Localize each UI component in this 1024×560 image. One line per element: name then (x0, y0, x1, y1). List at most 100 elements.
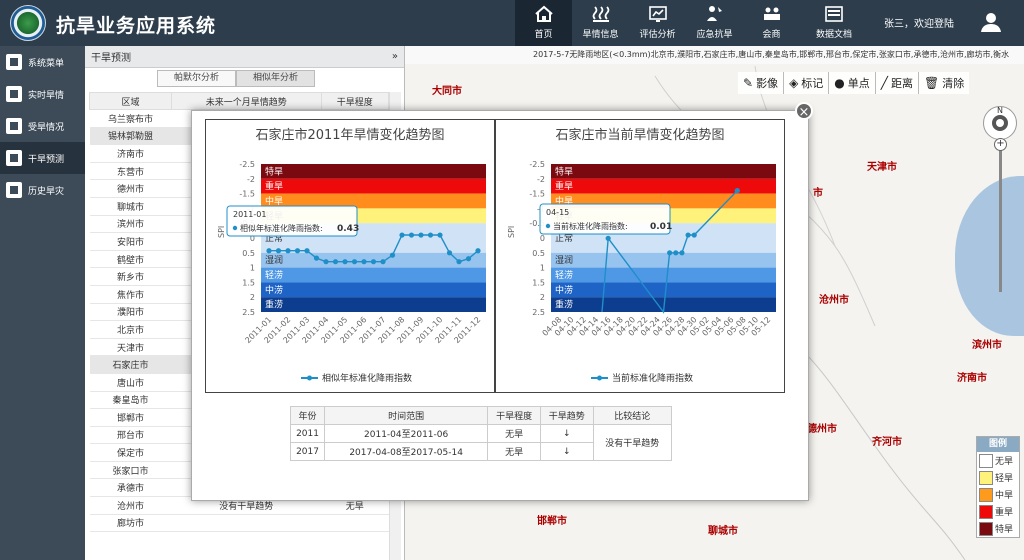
data-point[interactable] (342, 259, 348, 265)
city-label[interactable]: 德州市 (807, 420, 837, 435)
nav-item-0[interactable]: 首页 (515, 0, 572, 46)
tool-label: 标记 (801, 77, 824, 90)
data-point[interactable] (266, 248, 272, 254)
sidebar-item-1[interactable]: 实时旱情 (0, 78, 85, 110)
compass-icon[interactable]: N (983, 106, 1017, 140)
data-point[interactable] (691, 232, 697, 238)
sidebar-label: 历史旱灾 (28, 186, 65, 197)
nav-label: 旱情信息 (582, 30, 619, 40)
data-point[interactable] (605, 235, 611, 241)
data-point[interactable] (437, 232, 443, 238)
sidebar-item-4[interactable]: 历史旱灾 (0, 174, 85, 206)
city-label[interactable]: 济南市 (957, 369, 987, 384)
data-point[interactable] (370, 259, 377, 265)
data-point[interactable] (446, 250, 453, 256)
y-tick: -2 (247, 175, 255, 184)
data-point[interactable] (465, 256, 472, 262)
data-point[interactable] (275, 248, 282, 254)
cell-region: 焦作市 (89, 285, 172, 304)
band-label: 重涝 (265, 299, 283, 311)
nav-item-4[interactable]: 会商 (743, 0, 800, 46)
tool-label: 影像 (756, 77, 779, 90)
tab-0[interactable]: 帕默尔分析 (157, 70, 237, 87)
tool-2[interactable]: ● 单点 (828, 72, 874, 94)
data-point[interactable] (679, 250, 685, 256)
cell-region: 天津市 (89, 338, 172, 357)
documents-icon (825, 6, 843, 22)
band-label: 湿润 (555, 254, 573, 266)
y-tick: 1 (540, 264, 545, 273)
y-tick: 1.5 (532, 278, 545, 287)
tool-0[interactable]: ✎ 影像 (738, 72, 783, 94)
map-legend: 图例 无旱 轻旱 中旱 重旱 特旱 (976, 436, 1020, 538)
y-tick: 1.5 (242, 278, 255, 287)
nav-item-5[interactable]: 数据文档 (800, 0, 868, 46)
tool-1[interactable]: ◈ 标记 (783, 72, 828, 94)
nav-item-3[interactable]: 应急抗旱 (686, 0, 743, 46)
data-point[interactable] (418, 232, 424, 238)
legend-item: 重旱 (977, 503, 1019, 520)
user-icon[interactable] (980, 11, 1002, 36)
data-point[interactable] (456, 259, 462, 265)
sidebar-item-0[interactable]: 系统菜单 (0, 46, 85, 78)
close-button[interactable]: × (795, 102, 813, 120)
column-header: 时间范围 (324, 406, 489, 425)
sidebar-label: 实时旱情 (28, 90, 65, 101)
city-label[interactable]: 齐河市 (872, 433, 902, 448)
city-label[interactable]: 市 (813, 184, 823, 199)
data-point[interactable] (427, 232, 434, 238)
city-label[interactable]: 沧州市 (819, 291, 849, 306)
city-label[interactable]: 滨州市 (972, 336, 1002, 351)
city-label[interactable]: 聊城市 (708, 522, 738, 537)
zoom-in-icon[interactable]: + (994, 138, 1007, 151)
analysis-tabs: 帕默尔分析 相似年分析 (157, 70, 316, 87)
point-icon: ● (834, 76, 845, 90)
data-point[interactable] (475, 248, 481, 254)
legend-swatch (979, 487, 993, 502)
data-point[interactable] (351, 259, 358, 265)
column-header: 年份 (289, 406, 326, 425)
legend-label: 无旱 (995, 457, 1014, 467)
cell-region: 邢台市 (89, 426, 172, 445)
tab-1[interactable]: 相似年分析 (236, 70, 316, 87)
sidebar-item-2[interactable]: 受旱情况 (0, 110, 85, 142)
data-point[interactable] (667, 250, 673, 256)
city-label[interactable]: 大同市 (432, 82, 462, 97)
nav-item-2[interactable]: 评估分析 (629, 0, 686, 46)
tool-4[interactable]: 🗑 清除 (918, 72, 969, 94)
data-point[interactable] (323, 259, 329, 265)
sidebar-label: 干旱预测 (28, 154, 65, 165)
legend-item: 特旱 (977, 520, 1019, 537)
data-point[interactable] (389, 252, 396, 258)
band-7 (551, 282, 776, 298)
city-label[interactable]: 天津市 (867, 158, 897, 173)
data-point[interactable] (380, 259, 386, 265)
tool-3[interactable]: ╱ 距离 (874, 72, 918, 94)
city-label[interactable]: 邯郸市 (537, 512, 567, 527)
data-point[interactable] (685, 232, 691, 238)
data-point[interactable] (734, 188, 740, 194)
nav-item-1[interactable]: 旱情信息 (572, 0, 629, 46)
zoom-slider[interactable] (999, 142, 1002, 292)
data-point[interactable] (673, 250, 679, 256)
band-label: 轻涝 (265, 269, 283, 281)
tooltip-date: 04-15 (546, 208, 569, 217)
sidebar-label: 受旱情况 (28, 122, 65, 133)
data-point[interactable] (408, 232, 415, 238)
data-point[interactable] (361, 259, 367, 265)
column-header: 干旱程度 (320, 92, 390, 110)
data-point[interactable] (294, 248, 301, 254)
sidebar-item-3[interactable]: 干旱预测 (0, 142, 85, 174)
data-point[interactable] (399, 232, 405, 238)
table-row[interactable]: 廊坊市 (89, 514, 389, 533)
data-point[interactable] (332, 259, 339, 265)
compass-north: N (997, 106, 1003, 115)
collapse-icon[interactable]: » (392, 51, 398, 62)
data-point[interactable] (285, 248, 291, 254)
data-point[interactable] (304, 248, 310, 254)
cell-region: 沧州市 (89, 496, 172, 515)
cell-region: 德州市 (89, 179, 172, 198)
data-point[interactable] (313, 255, 320, 261)
top-bar: 抗旱业务应用系统 首页 旱情信息 评估分析 应急抗旱 会商 数据文档 张三，欢迎登陆 (0, 0, 1024, 46)
band-6 (551, 267, 776, 283)
